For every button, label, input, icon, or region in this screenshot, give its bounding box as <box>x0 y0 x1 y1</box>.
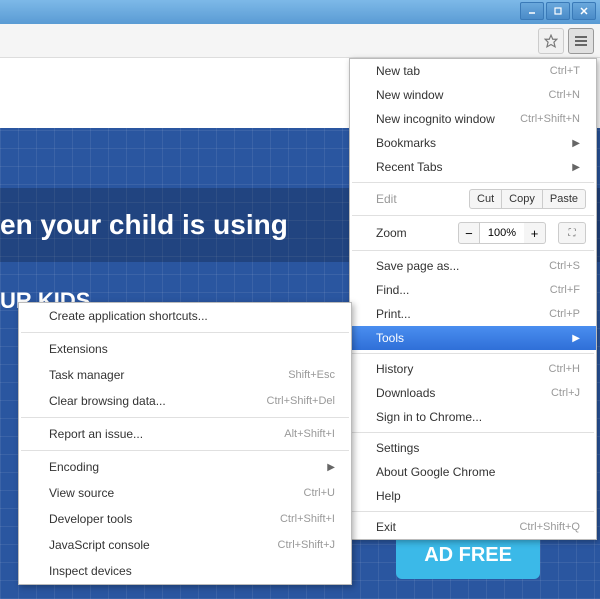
tools-report-issue[interactable]: Report an issue...Alt+Shift+I <box>19 421 351 447</box>
menu-edit-row: Edit Cut Copy Paste <box>350 186 596 212</box>
tools-create-shortcuts[interactable]: Create application shortcuts... <box>19 303 351 329</box>
menu-recent-tabs[interactable]: Recent Tabs▶ <box>350 155 596 179</box>
menu-about[interactable]: About Google Chrome <box>350 460 596 484</box>
window-title-bar <box>0 0 600 24</box>
tools-view-source[interactable]: View sourceCtrl+U <box>19 480 351 506</box>
menu-bookmarks[interactable]: Bookmarks▶ <box>350 131 596 155</box>
menu-separator <box>21 417 349 418</box>
menu-separator <box>352 182 594 183</box>
banner-text: en your child is using <box>0 209 288 241</box>
zoom-out-button[interactable]: − <box>458 222 480 244</box>
chevron-right-icon: ▶ <box>572 333 580 344</box>
menu-zoom-row: Zoom − 100% + ⛶ <box>350 219 596 247</box>
chrome-menu-button[interactable] <box>568 28 594 54</box>
menu-find[interactable]: Find...Ctrl+F <box>350 278 596 302</box>
tools-clear-data[interactable]: Clear browsing data...Ctrl+Shift+Del <box>19 388 351 414</box>
tools-inspect-devices[interactable]: Inspect devices <box>19 558 351 584</box>
bookmark-star-button[interactable] <box>538 28 564 54</box>
chrome-main-menu: New tabCtrl+T New windowCtrl+N New incog… <box>349 58 597 540</box>
window-close-button[interactable] <box>572 2 596 20</box>
menu-help[interactable]: Help <box>350 484 596 508</box>
menu-downloads[interactable]: DownloadsCtrl+J <box>350 381 596 405</box>
menu-sign-in[interactable]: Sign in to Chrome... <box>350 405 596 429</box>
menu-settings[interactable]: Settings <box>350 436 596 460</box>
chevron-right-icon: ▶ <box>572 138 580 149</box>
window-minimize-button[interactable] <box>520 2 544 20</box>
menu-tools[interactable]: Tools▶ <box>350 326 596 350</box>
edit-paste-button[interactable]: Paste <box>542 189 586 209</box>
zoom-value: 100% <box>480 222 524 244</box>
menu-separator <box>352 250 594 251</box>
chevron-right-icon: ▶ <box>572 162 580 173</box>
menu-separator <box>21 450 349 451</box>
menu-separator <box>352 432 594 433</box>
edit-cut-button[interactable]: Cut <box>469 189 502 209</box>
tools-developer-tools[interactable]: Developer toolsCtrl+Shift+I <box>19 506 351 532</box>
menu-separator <box>21 332 349 333</box>
tools-submenu: Create application shortcuts... Extensio… <box>18 302 352 585</box>
menu-separator <box>352 215 594 216</box>
zoom-in-button[interactable]: + <box>524 222 546 244</box>
fullscreen-button[interactable]: ⛶ <box>558 222 586 244</box>
edit-copy-button[interactable]: Copy <box>502 189 542 209</box>
menu-history[interactable]: HistoryCtrl+H <box>350 357 596 381</box>
tools-encoding[interactable]: Encoding▶ <box>19 454 351 480</box>
browser-toolbar <box>0 24 600 58</box>
menu-new-tab[interactable]: New tabCtrl+T <box>350 59 596 83</box>
menu-print[interactable]: Print...Ctrl+P <box>350 302 596 326</box>
menu-separator <box>352 353 594 354</box>
hamburger-icon <box>575 36 587 46</box>
menu-new-window[interactable]: New windowCtrl+N <box>350 83 596 107</box>
tools-extensions[interactable]: Extensions <box>19 336 351 362</box>
window-maximize-button[interactable] <box>546 2 570 20</box>
tools-js-console[interactable]: JavaScript consoleCtrl+Shift+J <box>19 532 351 558</box>
menu-save-page[interactable]: Save page as...Ctrl+S <box>350 254 596 278</box>
menu-separator <box>352 511 594 512</box>
menu-exit[interactable]: ExitCtrl+Shift+Q <box>350 515 596 539</box>
chevron-right-icon: ▶ <box>327 462 335 473</box>
tools-task-manager[interactable]: Task managerShift+Esc <box>19 362 351 388</box>
menu-new-incognito[interactable]: New incognito windowCtrl+Shift+N <box>350 107 596 131</box>
